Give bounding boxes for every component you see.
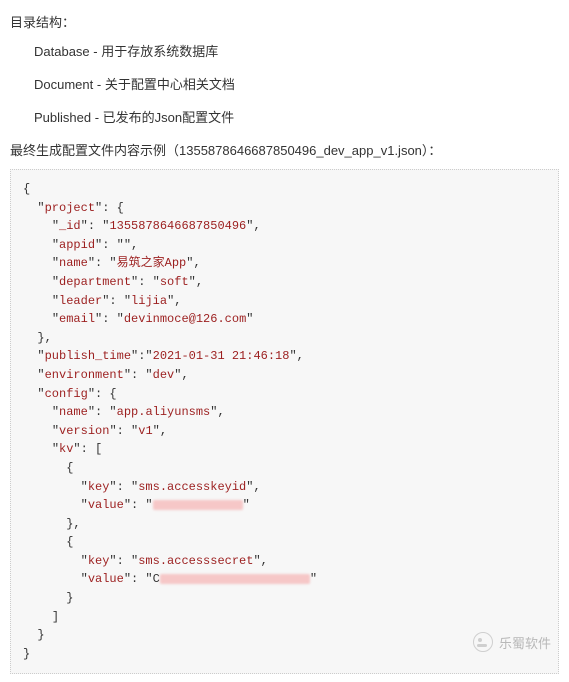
dir-desc: 关于配置中心相关文档 <box>105 77 235 92</box>
dir-name: Published <box>34 110 91 125</box>
val-cfg-name: app.aliyunsms <box>117 405 211 419</box>
heading-dir-structure: 目录结构： <box>10 12 559 31</box>
dir-name: Document <box>34 77 93 92</box>
dir-desc: 用于存放系统数据库 <box>101 44 218 59</box>
sep: - <box>93 77 105 92</box>
val-dept: soft <box>160 275 189 289</box>
dir-item: Document - 关于配置中心相关文档 <box>34 74 559 93</box>
redacted-value <box>153 500 243 510</box>
dir-item: Database - 用于存放系统数据库 <box>34 41 559 60</box>
dir-list: Database - 用于存放系统数据库 Document - 关于配置中心相关… <box>34 41 559 126</box>
val-leader: lijia <box>131 294 167 308</box>
redacted-value <box>160 574 310 584</box>
val-id: 1355878646687850496 <box>109 219 246 233</box>
val-email: devinmoce@126.com <box>124 312 246 326</box>
dir-desc: 已发布的Json配置文件 <box>103 110 234 125</box>
val-kv1-key: sms.accesssecret <box>138 554 253 568</box>
val-pubtime: 2021-01-31 21:46:18 <box>153 349 290 363</box>
val-name: 易筑之家App <box>117 256 187 270</box>
json-example-block: { "project": { "_id": "13558786466878504… <box>10 169 559 674</box>
val-kv0-key: sms.accesskeyid <box>138 480 246 494</box>
dir-name: Database <box>34 44 90 59</box>
val-env: dev <box>153 368 175 382</box>
dir-item: Published - 已发布的Json配置文件 <box>34 107 559 126</box>
sep: - <box>90 44 102 59</box>
example-caption: 最终生成配置文件内容示例（1355878646687850496_dev_app… <box>10 140 559 159</box>
sep: - <box>91 110 103 125</box>
val-cfg-ver: v1 <box>138 424 152 438</box>
